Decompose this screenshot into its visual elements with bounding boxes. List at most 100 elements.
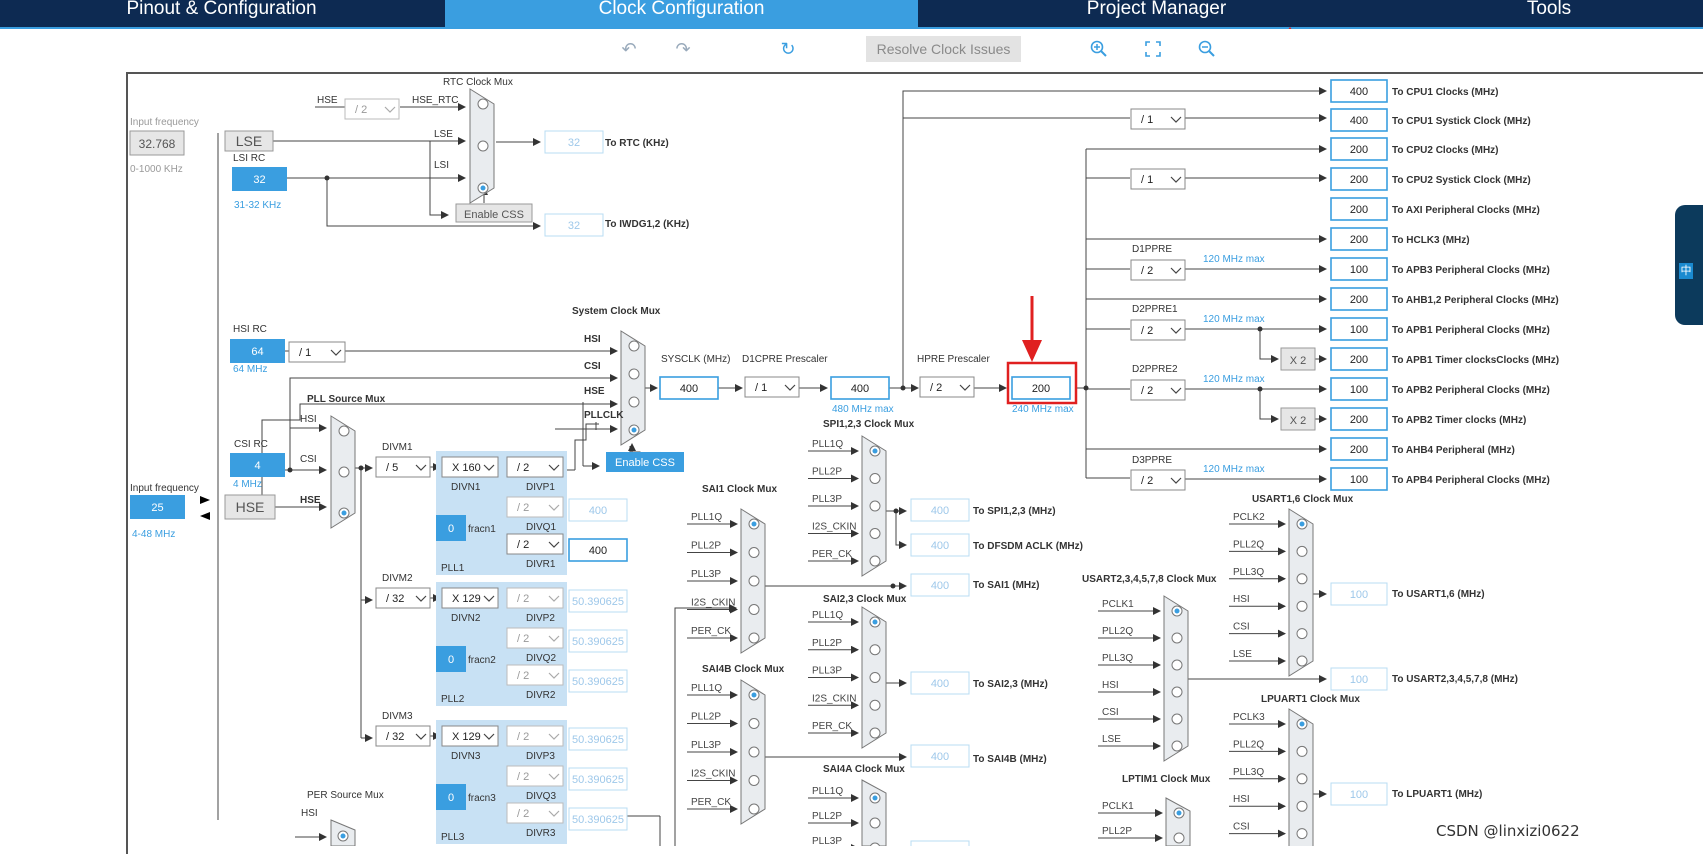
divr2-divider-value: / 2: [517, 670, 529, 682]
lpuart_mux-radio-2[interactable]: [1296, 773, 1308, 785]
divq3-divider[interactable]: [506, 765, 564, 787]
cpu2-systick-divider[interactable]: [1130, 168, 1186, 190]
spi_mux-radio-3[interactable]: [869, 528, 881, 539]
spi_mux-radio-selected: [872, 448, 878, 454]
usart16_mux-radio-3[interactable]: [1296, 600, 1308, 612]
system-clock-mux-radio-2[interactable]: [628, 396, 640, 408]
divq1-label: DIVQ1: [526, 522, 556, 533]
lpuart_mux-radio-4[interactable]: [1296, 828, 1308, 840]
usart2_mux-radio-3[interactable]: [1171, 686, 1183, 698]
usart2_mux-radio-5[interactable]: [1171, 740, 1183, 752]
hpre-prescaler-value: / 2: [930, 382, 942, 394]
divp1-label: DIVP1: [526, 482, 555, 493]
sai4a-output-field[interactable]: [910, 840, 970, 846]
spi-output: 400: [931, 505, 949, 517]
junction-dot: [1083, 385, 1089, 391]
spi-output-label: To SPI1,2,3 (MHz): [973, 506, 1056, 517]
d1ppre-prescaler[interactable]: [1130, 259, 1186, 281]
sai23_mux-radio-3[interactable]: [869, 699, 881, 711]
usart16_mux-radio-5[interactable]: [1296, 655, 1308, 667]
divp2-label: DIVP2: [526, 613, 555, 624]
usart16_mux-radio-4[interactable]: [1296, 628, 1308, 640]
pll3-name: PLL3: [441, 832, 465, 843]
divr1-divider[interactable]: [506, 533, 564, 555]
sai1_mux-input-3: I2S_CKIN: [691, 598, 735, 609]
sai4b_mux-input-0: PLL1Q: [691, 683, 722, 694]
divm1-divider[interactable]: [375, 456, 431, 478]
usart2-output: 100: [1350, 674, 1368, 686]
sai1_mux-radio-3[interactable]: [748, 604, 760, 615]
language-badge[interactable]: 中: [1679, 263, 1693, 279]
spi_mux-radio-1[interactable]: [869, 473, 881, 484]
lsi-rc-label: LSI RC: [233, 153, 265, 164]
usart16-output: 100: [1350, 589, 1368, 601]
system-clock-mux-radio-1[interactable]: [628, 368, 640, 380]
usart16_mux-radio-2[interactable]: [1296, 573, 1308, 585]
pll-source-mux-radio-1[interactable]: [338, 466, 350, 478]
hsi-divider[interactable]: [288, 341, 346, 363]
sai4b_mux-radio-1[interactable]: [748, 718, 760, 729]
side-floating-panel[interactable]: 中: [1675, 205, 1703, 325]
pll-source-mux-title: PLL Source Mux: [307, 394, 386, 405]
fracn3-label: fracn3: [468, 793, 496, 804]
divp3-divider[interactable]: [506, 725, 564, 747]
input-frequency-label: Input frequency: [130, 117, 199, 128]
pll3-r-output: 50.390625: [572, 814, 624, 826]
hpre-prescaler[interactable]: [919, 376, 975, 398]
divr2-divider[interactable]: [506, 664, 564, 686]
sai23_mux-radio-4[interactable]: [869, 727, 881, 739]
divp2-divider[interactable]: [506, 587, 564, 609]
lpuart_mux-radio-3[interactable]: [1296, 800, 1308, 812]
cpu1-systick-divider[interactable]: [1130, 108, 1186, 130]
spi_mux-radio-2[interactable]: [869, 500, 881, 512]
sai1_mux-radio-4[interactable]: [748, 632, 760, 644]
lptim-radio-1[interactable]: [1173, 832, 1185, 844]
wire: [674, 607, 736, 846]
divp1-divider[interactable]: [506, 456, 564, 478]
rtc-clock-mux-radio-1[interactable]: [477, 140, 489, 152]
pll-source-mux-radio-0[interactable]: [338, 425, 350, 437]
usart2_mux-input-5: LSE: [1102, 734, 1121, 745]
sai1_mux-radio-2[interactable]: [748, 575, 760, 587]
lpuart_mux-radio-1[interactable]: [1296, 745, 1308, 757]
usart16_mux-radio-1[interactable]: [1296, 545, 1308, 557]
junction-dot: [900, 385, 906, 391]
d2ppre2-prescaler[interactable]: [1130, 379, 1186, 401]
usart2_mux-radio-2[interactable]: [1171, 659, 1183, 671]
sai23_mux-radio-2[interactable]: [869, 672, 881, 683]
usart2_mux-radio-4[interactable]: [1171, 713, 1183, 725]
d2ppre1-prescaler[interactable]: [1130, 319, 1186, 341]
divr3-divider[interactable]: [506, 802, 564, 824]
hse-source: HSE: [236, 499, 265, 515]
divr3-label: DIVR3: [526, 828, 556, 839]
rtc-clock-mux-radio-0[interactable]: [477, 98, 489, 110]
sai4b_mux-radio-4[interactable]: [748, 803, 760, 815]
spi_mux-radio-4[interactable]: [869, 555, 881, 567]
usart2_mux-radio-1[interactable]: [1171, 632, 1183, 644]
system-clock-mux-radio-selected: [631, 427, 637, 433]
sysmux-pllclk-label: PLLCLK: [584, 410, 624, 421]
d3ppre-max: 120 MHz max: [1203, 464, 1265, 475]
d1ppre-max: 120 MHz max: [1203, 254, 1265, 265]
hse-input-frequency-label: Input frequency: [130, 483, 199, 494]
sai4b_mux-radio-2[interactable]: [748, 746, 760, 758]
sai4b_mux-radio-3[interactable]: [748, 775, 760, 786]
lse-input-frequency: 32.768: [139, 137, 176, 151]
sai4a-radio-1[interactable]: [869, 817, 881, 829]
d2ppre2-prescaler-value: / 2: [1141, 385, 1153, 397]
sai1_mux-radio-1[interactable]: [748, 547, 760, 558]
d3ppre-prescaler[interactable]: [1130, 469, 1186, 491]
divq2-divider[interactable]: [506, 627, 564, 649]
d1ppre-prescaler-value: / 2: [1141, 265, 1153, 277]
sai23_mux-radio-1[interactable]: [869, 644, 881, 656]
pllmux-csi-label: CSI: [300, 454, 317, 465]
usart2-output-label: To USART2,3,4,5,7,8 (MHz): [1392, 674, 1518, 685]
divq1-divider[interactable]: [506, 496, 564, 518]
wire: [1259, 329, 1279, 363]
enable-css-rtc: Enable CSS: [464, 209, 524, 221]
system-clock-mux-radio-0[interactable]: [628, 340, 640, 352]
lpuart-output: 100: [1350, 789, 1368, 801]
d1cpre-prescaler[interactable]: [744, 376, 800, 398]
per-mux-radio-selected: [340, 833, 346, 839]
hse-rtc-divider[interactable]: [344, 98, 400, 120]
